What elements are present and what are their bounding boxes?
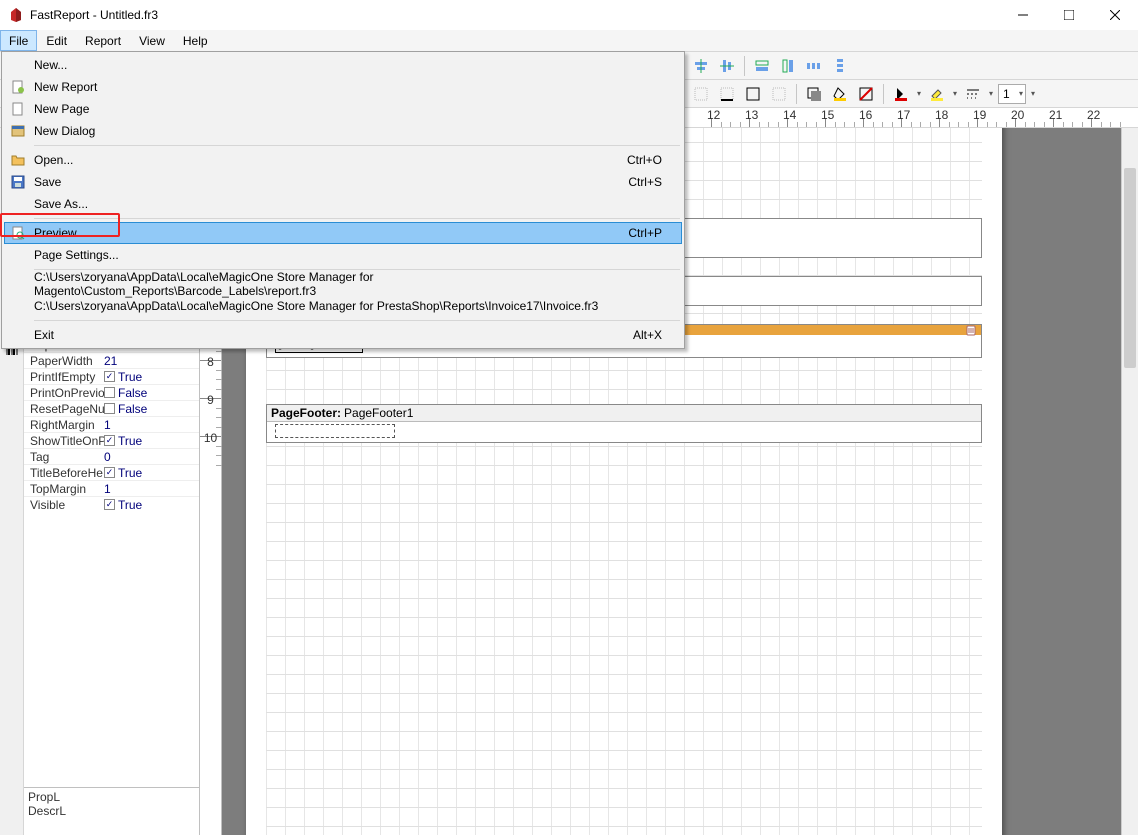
properties-description: PropL DescrL [24, 787, 199, 835]
menu-report[interactable]: Report [76, 30, 130, 51]
vertical-scrollbar[interactable] [1121, 128, 1138, 835]
frame-shadow-icon[interactable] [802, 82, 826, 106]
property-row[interactable]: Tag0 [24, 448, 199, 464]
same-height-icon[interactable] [776, 54, 800, 78]
new-page-icon [10, 101, 26, 117]
app-icon [8, 7, 24, 23]
blank-icon [10, 247, 26, 263]
align-center-h-icon[interactable] [689, 54, 713, 78]
line-width-combo[interactable]: 1 [998, 84, 1026, 104]
highlight-color-dropdown[interactable]: ▾ [950, 83, 960, 105]
file-new[interactable]: New... [4, 54, 682, 76]
file-save[interactable]: Save Ctrl+S [4, 171, 682, 193]
property-row[interactable]: PrintIfEmpty✓True [24, 368, 199, 384]
file-save-as[interactable]: Save As... [4, 193, 682, 215]
file-new-dialog[interactable]: New Dialog [4, 120, 682, 142]
highlight-color-icon[interactable] [925, 82, 949, 106]
minimize-button[interactable] [1000, 0, 1046, 30]
font-color-dropdown[interactable]: ▾ [914, 83, 924, 105]
close-button[interactable] [1092, 0, 1138, 30]
frame-all-icon[interactable] [741, 82, 765, 106]
new-report-icon [10, 79, 26, 95]
band-label: PageFooter: [271, 406, 341, 420]
property-row[interactable]: ResetPageNuFalse [24, 400, 199, 416]
blank-icon [10, 57, 26, 73]
band-name: PageFooter1 [344, 406, 413, 420]
file-exit[interactable]: Exit Alt+X [4, 324, 682, 346]
file-new-report[interactable]: New Report [4, 76, 682, 98]
save-icon [10, 174, 26, 190]
titlebar: FastReport - Untitled.fr3 [0, 0, 1138, 30]
file-page-settings[interactable]: Page Settings... [4, 244, 682, 266]
file-menu-dropdown: New... New Report New Page New Dialog Op… [1, 51, 685, 349]
space-h-icon[interactable] [802, 54, 826, 78]
file-recent-2[interactable]: C:\Users\zoryana\AppData\Local\eMagicOne… [4, 295, 682, 317]
frame-none2-icon[interactable] [767, 82, 791, 106]
menu-view[interactable]: View [130, 30, 174, 51]
line-width-dropdown[interactable]: ▾ [1028, 83, 1038, 105]
same-width-icon[interactable] [750, 54, 774, 78]
maximize-button[interactable] [1046, 0, 1092, 30]
line-style-dropdown[interactable]: ▾ [986, 83, 996, 105]
scroll-thumb[interactable] [1124, 168, 1136, 368]
prop-desc-text: DescrL [28, 804, 195, 818]
file-open[interactable]: Open... Ctrl+O [4, 149, 682, 171]
menu-file[interactable]: File [0, 30, 37, 51]
line-style-icon[interactable] [961, 82, 985, 106]
property-row[interactable]: TopMargin1 [24, 480, 199, 496]
align-center-v-icon[interactable] [715, 54, 739, 78]
menu-edit[interactable]: Edit [37, 30, 76, 51]
property-row[interactable]: PaperWidth21 [24, 352, 199, 368]
menu-help[interactable]: Help [174, 30, 217, 51]
space-v-icon[interactable] [828, 54, 852, 78]
band-page-footer[interactable]: PageFooter: PageFooter1 [266, 404, 982, 443]
file-new-page[interactable]: New Page [4, 98, 682, 120]
window-controls [1000, 0, 1138, 30]
font-color-icon[interactable] [889, 82, 913, 106]
frame-none-icon[interactable] [689, 82, 713, 106]
blank-icon [10, 196, 26, 212]
fill-color-icon[interactable] [828, 82, 852, 106]
menubar: File Edit Report View Help [0, 30, 1138, 52]
property-row[interactable]: RightMargin1 [24, 416, 199, 432]
new-dialog-icon [10, 123, 26, 139]
frame-bottom-icon[interactable] [715, 82, 739, 106]
file-preview[interactable]: Preview Ctrl+P [4, 222, 682, 244]
file-recent-1[interactable]: C:\Users\zoryana\AppData\Local\eMagicOne… [4, 273, 682, 295]
frame-style-icon[interactable] [854, 82, 878, 106]
window-title: FastReport - Untitled.fr3 [30, 8, 158, 22]
property-row[interactable]: Visible✓True [24, 496, 199, 512]
property-row[interactable]: TitleBeforeHe✓True [24, 464, 199, 480]
property-row[interactable]: ShowTitleOnP✓True [24, 432, 199, 448]
property-row[interactable]: PrintOnPrevioFalse [24, 384, 199, 400]
prop-desc-name: PropL [28, 790, 195, 804]
preview-icon [10, 225, 26, 241]
open-icon [10, 152, 26, 168]
